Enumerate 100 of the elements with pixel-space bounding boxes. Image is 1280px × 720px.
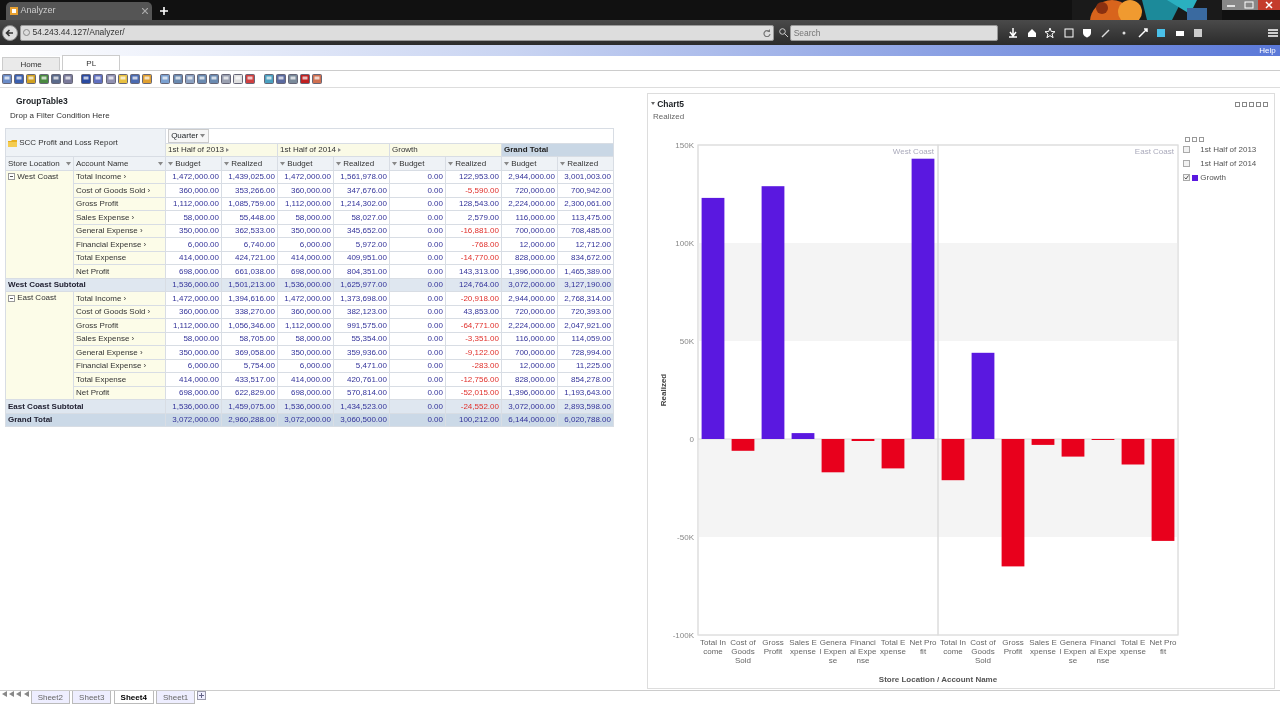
collapse-icon[interactable] <box>8 294 15 302</box>
value-cell: 58,027.00 <box>333 210 390 225</box>
url-field[interactable]: 54.243.44.127/Analyzer/ <box>20 24 775 41</box>
column-field-chip[interactable]: Quarter <box>168 128 209 143</box>
value-cell: 1,373,698.00 <box>333 291 390 306</box>
value-cell: 350,000.00 <box>277 224 334 238</box>
value-cell: 700,000.00 <box>501 345 558 360</box>
value-cell: 700,000.00 <box>501 224 558 238</box>
pen-icon[interactable] <box>1100 27 1111 38</box>
sheet-tab[interactable]: Sheet3 <box>72 691 112 704</box>
value-cell: 58,000.00 <box>165 332 222 346</box>
value-cell: 1,056,346.00 <box>221 318 278 333</box>
value-cell: 116,000.00 <box>501 332 558 346</box>
maximize-icon[interactable] <box>1240 0 1258 10</box>
value-cell: 854,278.00 <box>557 372 614 387</box>
value-cell: 1,396,000.00 <box>501 264 558 279</box>
value-cell: 0.00 <box>389 183 446 198</box>
browser-tab[interactable]: Analyzer <box>6 2 152 20</box>
value-cell: 720,000.00 <box>501 183 558 198</box>
field-header: Account Name <box>76 157 129 170</box>
first-icon[interactable] <box>2 691 8 697</box>
measure-header: Realized <box>343 157 375 170</box>
bar[interactable] <box>851 438 875 441</box>
measure-header: Budget <box>175 157 201 170</box>
value-cell: 143,313.00 <box>445 264 502 279</box>
help-link[interactable]: Help <box>1259 45 1276 56</box>
back-button[interactable] <box>2 24 19 41</box>
value-cell: 5,972.00 <box>333 237 390 252</box>
chevron-icon[interactable] <box>338 148 342 153</box>
minimize-icon[interactable] <box>1222 0 1240 10</box>
value-cell: 424,721.00 <box>221 251 278 265</box>
value-cell: 12,712.00 <box>557 237 614 252</box>
value-cell: 369,058.00 <box>221 345 278 360</box>
value-cell: 834,672.00 <box>557 251 614 265</box>
value-cell: 1,112,000.00 <box>165 197 222 211</box>
bar[interactable] <box>791 432 815 439</box>
value-cell: 409,951.00 <box>333 251 390 265</box>
value-cell: 360,000.00 <box>165 305 222 319</box>
checkbox[interactable] <box>1183 174 1190 182</box>
value-cell: 698,000.00 <box>277 386 334 400</box>
page-tab[interactable]: Home <box>2 57 61 70</box>
bar[interactable] <box>911 158 935 439</box>
value-cell: -16,881.00 <box>445 224 502 238</box>
category-label: General Expense <box>1059 637 1087 665</box>
category-label: Sales Expense <box>1029 637 1057 656</box>
filter-drop-zone[interactable]: Drop a Filter Condition Here <box>5 109 625 122</box>
sheet-tab[interactable]: Sheet2 <box>30 691 70 704</box>
value-cell: -64,771.00 <box>445 318 502 333</box>
reload-icon[interactable] <box>763 28 772 37</box>
value-cell: 6,000.00 <box>165 359 222 373</box>
home-icon[interactable] <box>1026 27 1037 38</box>
field-header: Store Location <box>8 157 60 170</box>
prev-icon[interactable] <box>9 691 15 697</box>
report-title: SCC Profit and Loss Report <box>19 136 118 149</box>
search-field[interactable]: Search <box>789 24 998 41</box>
value-cell: 55,448.00 <box>221 210 278 225</box>
value-cell: 58,705.00 <box>221 332 278 346</box>
shield-icon[interactable] <box>1082 27 1093 38</box>
sheet-tab[interactable]: Sheet4 <box>113 691 154 704</box>
add-sheet-icon[interactable] <box>197 691 207 700</box>
bar[interactable] <box>701 197 725 439</box>
sheet-tab[interactable]: Sheet1 <box>155 691 196 704</box>
value-cell: 55,354.00 <box>333 332 390 346</box>
legend-label[interactable]: 1st Half of 2013 <box>1200 143 1257 156</box>
new-tab-icon[interactable] <box>160 7 168 15</box>
category-label: Net Profit <box>909 637 937 656</box>
checkbox[interactable] <box>1183 146 1190 154</box>
square-icon[interactable] <box>1156 27 1167 38</box>
collapse-caret-icon[interactable] <box>651 102 655 107</box>
column-header: Grand Total <box>504 144 549 157</box>
value-cell: 350,000.00 <box>165 345 222 360</box>
table-title: GroupTable3 <box>15 95 69 108</box>
value-cell: 414,000.00 <box>277 251 334 265</box>
value-cell: 6,000.00 <box>165 237 222 252</box>
value-cell: 0.00 <box>389 359 446 373</box>
axis-tick-label: 100K <box>675 238 694 248</box>
value-cell: -20,918.00 <box>445 291 502 306</box>
download-icon[interactable] <box>1008 27 1019 38</box>
page-tab[interactable]: PL <box>62 55 121 70</box>
value-cell: 0.00 <box>389 210 446 225</box>
axis-tick-label: -100K <box>672 630 694 640</box>
bar[interactable] <box>1031 438 1055 445</box>
legend-label[interactable]: 1st Half of 2014 <box>1200 157 1257 170</box>
value-cell: 2,768,314.00 <box>557 291 614 306</box>
value-cell: 128,543.00 <box>445 197 502 211</box>
value-cell: 2,944,000.00 <box>501 170 558 184</box>
value-cell: 698,000.00 <box>277 264 334 279</box>
axis-tick-label: 0 <box>689 434 694 444</box>
legend-label[interactable]: Growth <box>1200 171 1227 184</box>
chart-subtitle: Realized <box>652 110 686 123</box>
column-header: 1st Half of 2014 <box>280 144 337 157</box>
checkbox[interactable] <box>1183 160 1190 168</box>
menu-icon[interactable] <box>1267 27 1278 38</box>
collapse-icon[interactable] <box>8 173 15 181</box>
value-cell: 360,000.00 <box>165 183 222 198</box>
star-icon[interactable] <box>1045 27 1056 38</box>
bar[interactable] <box>761 185 785 439</box>
category-label: Financial Expense <box>1089 637 1117 665</box>
value-cell: -768.00 <box>445 237 502 252</box>
chevron-icon[interactable] <box>226 148 230 153</box>
